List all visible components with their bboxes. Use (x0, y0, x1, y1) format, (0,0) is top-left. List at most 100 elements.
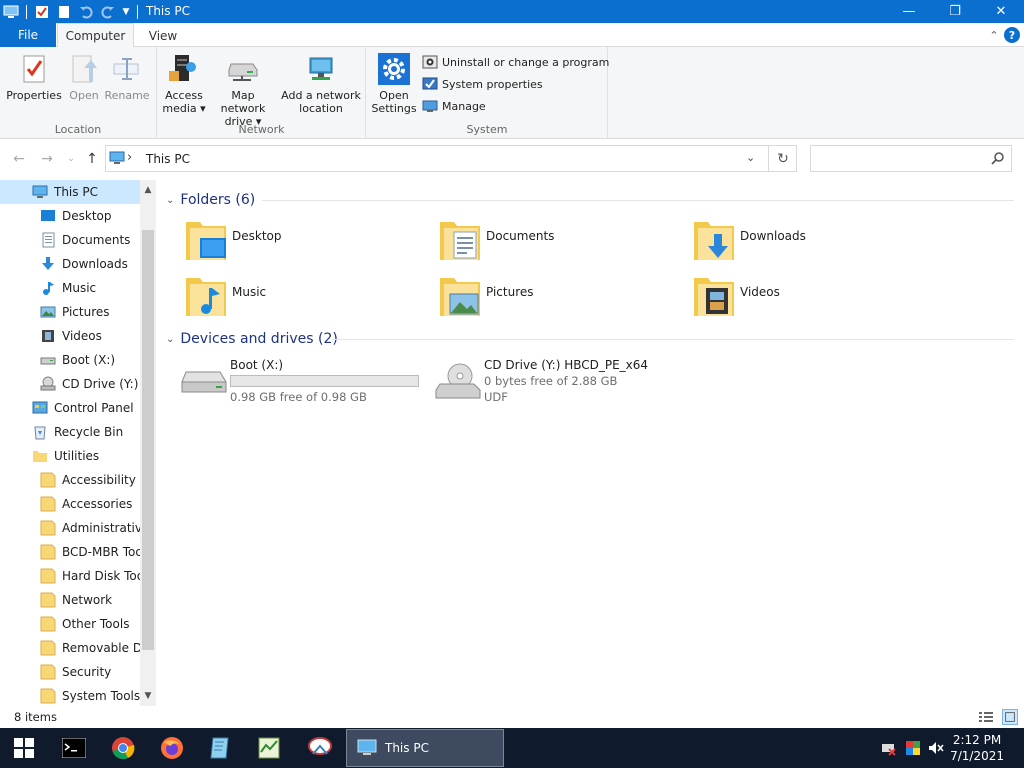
nav-item-downloads[interactable]: Downloads (0, 252, 140, 276)
nav-item-boot-drive[interactable]: Boot (X:) (0, 348, 140, 372)
properties-button[interactable]: Properties (6, 51, 62, 102)
properties-check-icon[interactable] (31, 0, 53, 23)
tab-computer[interactable]: Computer (57, 23, 134, 48)
collapse-chevron-icon[interactable]: ⌄ (166, 195, 174, 206)
nav-item-music[interactable]: Music (0, 276, 140, 300)
taskbar-task-manager[interactable] (245, 728, 293, 768)
address-bar[interactable]: › This PC ⌄ ↻ (105, 145, 797, 172)
search-input[interactable] (810, 145, 1012, 172)
nav-item-pictures[interactable]: Pictures (0, 300, 140, 324)
nav-item-recycle-bin[interactable]: Recycle Bin (0, 420, 140, 444)
taskbar-chrome[interactable] (99, 728, 147, 768)
nav-item-other-tools[interactable]: Other Tools (0, 612, 140, 636)
scroll-up-arrow-icon[interactable]: ▲ (140, 182, 156, 198)
minimize-button[interactable]: — (886, 0, 932, 23)
address-history-chevron-down-icon[interactable]: ⌄ (746, 151, 760, 165)
open-settings-button[interactable]: Open Settings (371, 51, 417, 115)
nav-pane-scrollbar[interactable]: ▲ ▼ (140, 180, 156, 706)
drives-section-header[interactable]: ⌄ Devices and drives (2) (166, 329, 338, 349)
properties-icon (17, 51, 51, 87)
recent-locations-chevron-down-icon[interactable]: ⌄ (63, 151, 79, 167)
breadcrumb-chevron-icon[interactable]: › (127, 150, 132, 165)
clock[interactable]: 2:12 PM 7/1/2021 (950, 732, 1004, 764)
new-folder-icon[interactable] (53, 0, 75, 23)
rename-button[interactable]: Rename (104, 51, 150, 102)
folders-section-header[interactable]: ⌄ Folders (6) (166, 190, 255, 210)
nav-item-control-panel[interactable]: Control Panel (0, 396, 140, 420)
taskbar-firefox[interactable] (148, 728, 196, 768)
taskbar-notepad[interactable] (196, 728, 244, 768)
nav-item-system-tools[interactable]: System Tools (0, 684, 140, 706)
desktop-folder-icon (186, 222, 226, 260)
collapse-chevron-icon[interactable]: ⌄ (166, 334, 174, 345)
folder-desktop[interactable]: Desktop (184, 218, 424, 266)
settings-gear-icon (377, 51, 411, 87)
command-prompt-icon (62, 738, 86, 758)
nav-item-accessories[interactable]: Accessories (0, 492, 140, 516)
redo-icon[interactable] (97, 0, 119, 23)
music-note-icon (43, 282, 54, 295)
maximize-button[interactable]: ❐ (932, 0, 978, 23)
folder-music[interactable]: Music (184, 274, 424, 322)
scrollbar-thumb[interactable] (142, 230, 154, 650)
navigation-pane: This PC Desktop Documents Downloads Musi… (0, 180, 156, 706)
nav-item-documents[interactable]: Documents (0, 228, 140, 252)
folder-icon (40, 664, 56, 680)
tab-view[interactable]: View (136, 23, 190, 48)
nav-item-administrative[interactable]: Administrative (0, 516, 140, 540)
folder-downloads[interactable]: Downloads (692, 218, 932, 266)
nav-item-cd-drive[interactable]: CD Drive (Y:) H (0, 372, 140, 396)
nav-item-accessibility[interactable]: Accessibility (0, 468, 140, 492)
network-disconnected-icon[interactable] (880, 740, 896, 756)
nav-item-desktop[interactable]: Desktop (0, 204, 140, 228)
taskbar-snipping-tool[interactable] (296, 728, 344, 768)
add-network-location-button[interactable]: Add a network location (280, 51, 362, 115)
details-view-icon[interactable] (978, 709, 994, 725)
nav-item-utilities[interactable]: Utilities (0, 444, 140, 468)
taskbar-command-prompt[interactable] (50, 728, 98, 768)
nav-item-hard-disk-tools[interactable]: Hard Disk Tools (0, 564, 140, 588)
folder-documents[interactable]: Documents (438, 218, 678, 266)
drive-cd[interactable]: CD Drive (Y:) HBCD_PE_x64 0 bytes free o… (434, 356, 684, 412)
folder-pictures[interactable]: Pictures (438, 274, 678, 322)
large-icons-view-icon[interactable] (1002, 709, 1018, 725)
start-button[interactable] (0, 728, 48, 768)
open-button[interactable]: Open (66, 51, 102, 102)
access-media-button[interactable]: Access media ▾ (162, 51, 206, 115)
nav-item-videos[interactable]: Videos (0, 324, 140, 348)
taskbar-file-explorer-this-pc[interactable]: This PC (346, 729, 504, 767)
up-button[interactable]: ↑ (84, 151, 100, 167)
help-button[interactable]: ? (1004, 27, 1020, 43)
map-network-drive-button[interactable]: Map network drive ▾ (208, 51, 278, 128)
refresh-button[interactable]: ↻ (768, 146, 797, 171)
uninstall-program-button[interactable]: Uninstall or change a program (422, 52, 609, 72)
folder-videos[interactable]: Videos (692, 274, 932, 322)
customize-toolbar-chevron-down-icon[interactable]: ▼ (119, 0, 133, 23)
breadcrumb-this-pc[interactable]: This PC (146, 152, 190, 166)
display-color-icon[interactable] (905, 740, 921, 756)
task-manager-icon (258, 737, 280, 759)
manage-button[interactable]: Manage (422, 96, 486, 116)
collapse-ribbon-chevron-up-icon[interactable]: ⌃ (986, 27, 1002, 43)
close-button[interactable]: ✕ (978, 0, 1024, 23)
nav-item-bcd-mbr-tool[interactable]: BCD-MBR Tool (0, 540, 140, 564)
ribbon-group-location: Properties Open Rename Location (0, 47, 157, 139)
volume-muted-icon[interactable] (928, 740, 944, 756)
ribbon-group-label: Network (238, 123, 285, 136)
computer-icon[interactable] (0, 0, 22, 23)
drive-boot[interactable]: Boot (X:) 0.98 GB free of 0.98 GB (180, 356, 430, 412)
nav-item-this-pc[interactable]: This PC (0, 180, 140, 204)
nav-item-security[interactable]: Security (0, 660, 140, 684)
nav-item-network[interactable]: Network (0, 588, 140, 612)
undo-icon[interactable] (75, 0, 97, 23)
scroll-down-arrow-icon[interactable]: ▼ (140, 688, 156, 704)
forward-button[interactable]: → (39, 151, 55, 167)
content-pane: ⌄ Folders (6) Desktop Documents Download… (156, 180, 1024, 706)
back-button[interactable]: ← (11, 151, 27, 167)
tab-file[interactable]: File (0, 23, 56, 47)
nav-item-removable-drives[interactable]: Removable Dri (0, 636, 140, 660)
downloads-folder-icon (694, 222, 734, 260)
chrome-icon (112, 737, 135, 760)
folder-icon (33, 451, 47, 462)
system-properties-button[interactable]: System properties (422, 74, 543, 94)
